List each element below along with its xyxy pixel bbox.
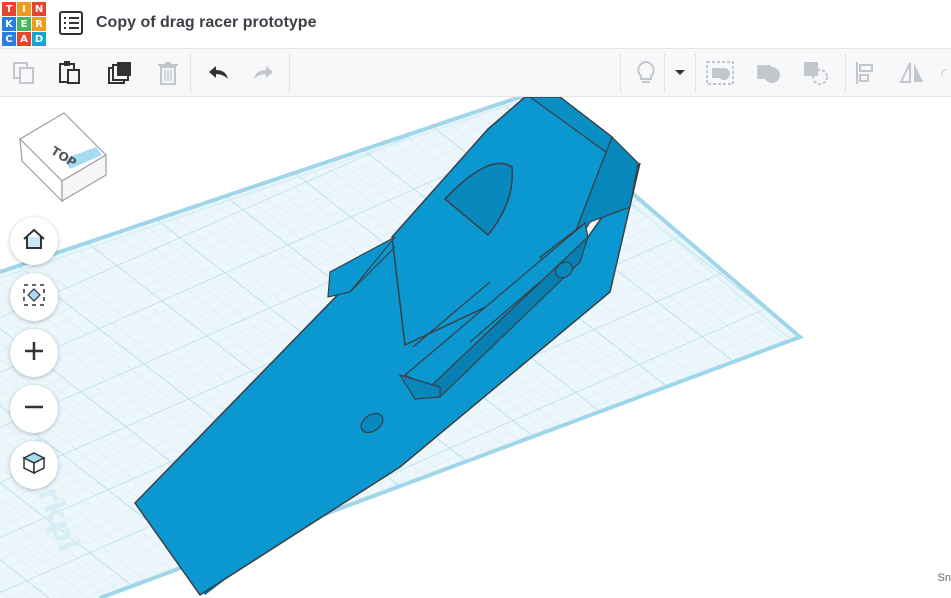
redo-icon[interactable]: [248, 57, 280, 89]
toolbar-separator: [664, 53, 665, 93]
perspective-icon: [22, 451, 46, 480]
logo-letter: E: [17, 17, 31, 31]
toolbar-separator: [845, 53, 846, 93]
mirror-icon[interactable]: [896, 57, 928, 89]
fit-all-button[interactable]: [10, 273, 58, 321]
snap-grid-label[interactable]: Sn: [938, 572, 951, 584]
toolbar-separator: [620, 53, 621, 93]
group-icon[interactable]: [704, 57, 736, 89]
top-bar: T I N K E R C A D Copy of drag racer pro…: [0, 0, 951, 49]
duplicate-icon[interactable]: [104, 57, 136, 89]
zoom-out-icon: [23, 396, 45, 423]
undo-icon[interactable]: [202, 57, 234, 89]
lightbulb-icon[interactable]: [630, 57, 662, 89]
logo-letter: K: [2, 17, 16, 31]
align-icon[interactable]: [850, 57, 882, 89]
cruise-icon[interactable]: [940, 57, 951, 89]
logo-letter: N: [32, 2, 46, 16]
view-cube[interactable]: TOP: [16, 109, 112, 205]
perspective-button[interactable]: [10, 441, 58, 489]
fit-all-icon: [22, 283, 46, 312]
toolbar-separator: [190, 53, 191, 93]
delete-icon[interactable]: [152, 57, 184, 89]
ungroup-icon[interactable]: [752, 57, 784, 89]
design-menu-icon[interactable]: [59, 11, 83, 35]
toolbar-separator: [695, 53, 696, 93]
logo-letter: C: [2, 32, 16, 46]
chevron-down-icon[interactable]: [666, 57, 694, 89]
logo-letter: T: [2, 2, 16, 16]
logo-letter: D: [32, 32, 46, 46]
home-view-button[interactable]: [10, 217, 58, 265]
design-title[interactable]: Copy of drag racer prototype: [96, 14, 316, 32]
workplane-canvas[interactable]: Workpl: [0, 97, 951, 598]
logo-letter: R: [32, 17, 46, 31]
hole-icon[interactable]: [800, 57, 832, 89]
zoom-in-icon: [23, 340, 45, 367]
tinkercad-logo[interactable]: T I N K E R C A D: [2, 2, 46, 46]
logo-letter: A: [17, 32, 31, 46]
paste-icon[interactable]: [54, 57, 86, 89]
copy-icon[interactable]: [8, 57, 40, 89]
edit-toolbar: [0, 49, 951, 97]
home-view-icon: [22, 228, 46, 255]
toolbar-separator: [289, 53, 290, 93]
zoom-in-button[interactable]: [10, 329, 58, 377]
logo-letter: I: [17, 2, 31, 16]
zoom-out-button[interactable]: [10, 385, 58, 433]
workplane-viewport[interactable]: Workpl TOP Sn: [0, 97, 951, 598]
